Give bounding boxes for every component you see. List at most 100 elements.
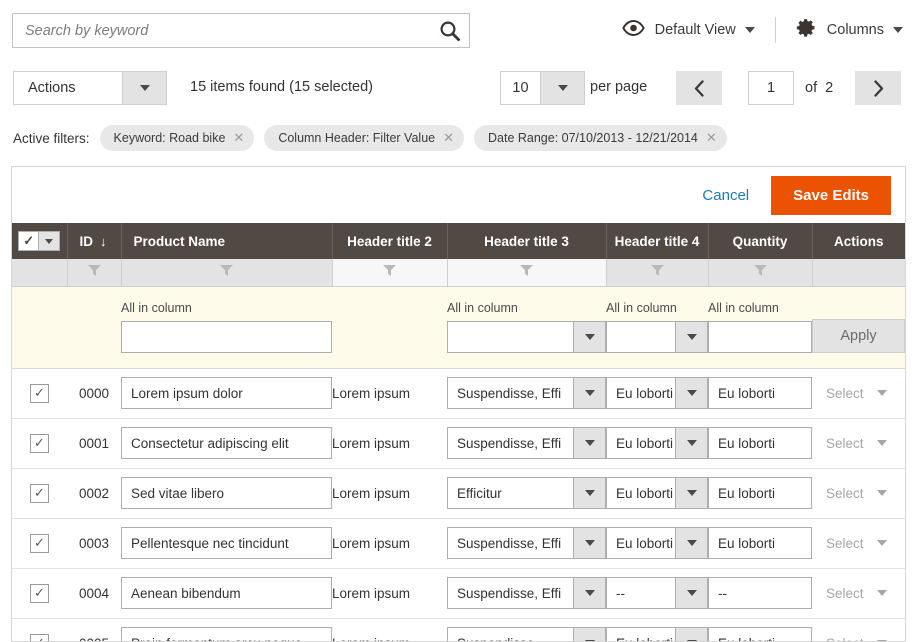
header3-select[interactable]: Suspendisse, Effi [447,427,606,459]
row-select-cell[interactable]: ✓ [12,618,67,642]
header4-select[interactable]: -- [606,577,708,609]
filter-chip[interactable]: Date Range: 07/10/2013 - 12/21/2014 ✕ [474,125,727,151]
filter-cell-id[interactable] [67,259,121,286]
select-all-checkbox[interactable]: ✓ [18,231,39,251]
actions-dropdown[interactable]: Actions [13,71,167,105]
row-actions-select[interactable]: Select [812,436,905,451]
search-input[interactable] [13,23,431,39]
product-name-input[interactable]: Pellentesque nec tincidunt [121,527,332,559]
chevron-down-icon[interactable] [573,377,606,409]
row-select-cell[interactable]: ✓ [12,568,67,618]
filter-cell-product-name[interactable] [121,259,332,286]
chevron-down-icon[interactable] [675,627,708,642]
filter-cell-4[interactable] [606,259,708,286]
bulk-quantity-input[interactable] [708,321,812,353]
close-icon[interactable]: ✕ [233,130,244,146]
header3-select[interactable]: Suspendisse, Effi [447,527,606,559]
quantity-input[interactable]: Eu loborti [708,477,812,509]
row-actions-select[interactable]: Select [812,486,905,501]
column-header-id[interactable]: ID↓ [67,223,121,259]
per-page-dropdown-arrow[interactable] [541,71,585,105]
header4-select[interactable]: Eu loborti [606,527,708,559]
header3-select[interactable]: Suspendisse [447,627,606,642]
row-select-cell[interactable]: ✓ [12,468,67,518]
row-checkbox[interactable]: ✓ [30,584,49,603]
bulk-header4-select[interactable] [606,321,708,353]
product-name-input[interactable]: Aenean bibendum [121,577,332,609]
quantity-input[interactable]: Eu loborti [708,627,812,642]
row-actions-select[interactable]: Select [812,586,905,601]
chevron-down-icon[interactable] [675,321,708,353]
row-product-name-cell: Lorem ipsum dolor [121,368,332,418]
chevron-down-icon[interactable] [573,427,606,459]
row-actions-select[interactable]: Select [812,536,905,551]
chevron-down-icon[interactable] [675,427,708,459]
header3-select[interactable]: Suspendisse, Effi [447,577,606,609]
bulk-header3-select[interactable] [447,321,606,353]
page-number-input[interactable]: 1 [748,71,794,105]
search-icon[interactable] [431,14,469,47]
chevron-down-icon[interactable] [573,577,606,609]
save-edits-button[interactable]: Save Edits [771,176,891,215]
row-checkbox[interactable]: ✓ [30,434,49,453]
chevron-down-icon[interactable] [573,477,606,509]
column-header-3[interactable]: Header title 3 [447,223,606,259]
filter-cell-2[interactable] [332,259,447,286]
cancel-button[interactable]: Cancel [702,187,749,204]
row-checkbox[interactable]: ✓ [30,634,49,642]
quantity-input[interactable]: -- [708,577,812,609]
column-header-actions[interactable]: Actions [812,223,905,259]
next-page-button[interactable] [855,71,901,105]
column-header-quantity[interactable]: Quantity [708,223,812,259]
chevron-down-icon[interactable] [573,627,606,642]
apply-button[interactable]: Apply [812,319,905,353]
row-select-cell[interactable]: ✓ [12,518,67,568]
row-actions-select[interactable]: Select [812,636,905,642]
quantity-input[interactable]: Eu loborti [708,527,812,559]
product-name-input[interactable]: Proin fermentum arcu neque [121,627,332,642]
row-checkbox[interactable]: ✓ [30,384,49,403]
select-all-control[interactable]: ✓ [18,231,60,251]
column-header-2[interactable]: Header title 2 [332,223,447,259]
quantity-input[interactable]: Eu loborti [708,377,812,409]
row-select-cell[interactable]: ✓ [12,418,67,468]
header4-select[interactable]: Eu loborti [606,377,708,409]
close-icon[interactable]: ✕ [443,130,454,146]
bulk-product-name-input[interactable] [121,321,332,353]
chevron-down-icon[interactable] [675,577,708,609]
actions-dropdown-arrow[interactable] [123,71,167,105]
product-name-input[interactable]: Consectetur adipiscing elit [121,427,332,459]
chevron-down-icon[interactable] [675,377,708,409]
per-page-dropdown[interactable]: 10 [500,71,585,105]
quantity-input[interactable]: Eu loborti [708,427,812,459]
filter-chip[interactable]: Column Header: Filter Value ✕ [264,125,464,151]
filter-cell-quantity[interactable] [708,259,812,286]
row-quantity-cell: Eu loborti [708,418,812,468]
chevron-down-icon[interactable] [675,527,708,559]
product-name-input[interactable]: Sed vitae libero [121,477,332,509]
default-view-dropdown[interactable]: Default View [622,20,755,41]
column-header-4[interactable]: Header title 4 [606,223,708,259]
chevron-down-icon[interactable] [675,477,708,509]
header3-select[interactable]: Suspendisse, Effi [447,377,606,409]
filter-chip[interactable]: Keyword: Road bike ✕ [100,125,255,151]
filter-cell-3[interactable] [447,259,606,286]
select-all-header[interactable]: ✓ [12,223,67,259]
header4-select[interactable]: Eu loborti [606,627,708,642]
prev-page-button[interactable] [676,71,722,105]
column-header-product-name[interactable]: Product Name [121,223,332,259]
close-icon[interactable]: ✕ [706,130,717,146]
row-checkbox[interactable]: ✓ [30,484,49,503]
row-checkbox[interactable]: ✓ [30,534,49,553]
row-actions-select[interactable]: Select [812,386,905,401]
search-box[interactable] [12,13,470,48]
header4-select[interactable]: Eu loborti [606,427,708,459]
chevron-down-icon[interactable] [573,321,606,353]
select-all-dropdown-icon[interactable] [39,231,60,251]
header4-select[interactable]: Eu loborti [606,477,708,509]
columns-dropdown[interactable]: Columns [796,17,903,43]
chevron-down-icon[interactable] [573,527,606,559]
product-name-input[interactable]: Lorem ipsum dolor [121,377,332,409]
header3-select[interactable]: Efficitur [447,477,606,509]
row-select-cell[interactable]: ✓ [12,368,67,418]
